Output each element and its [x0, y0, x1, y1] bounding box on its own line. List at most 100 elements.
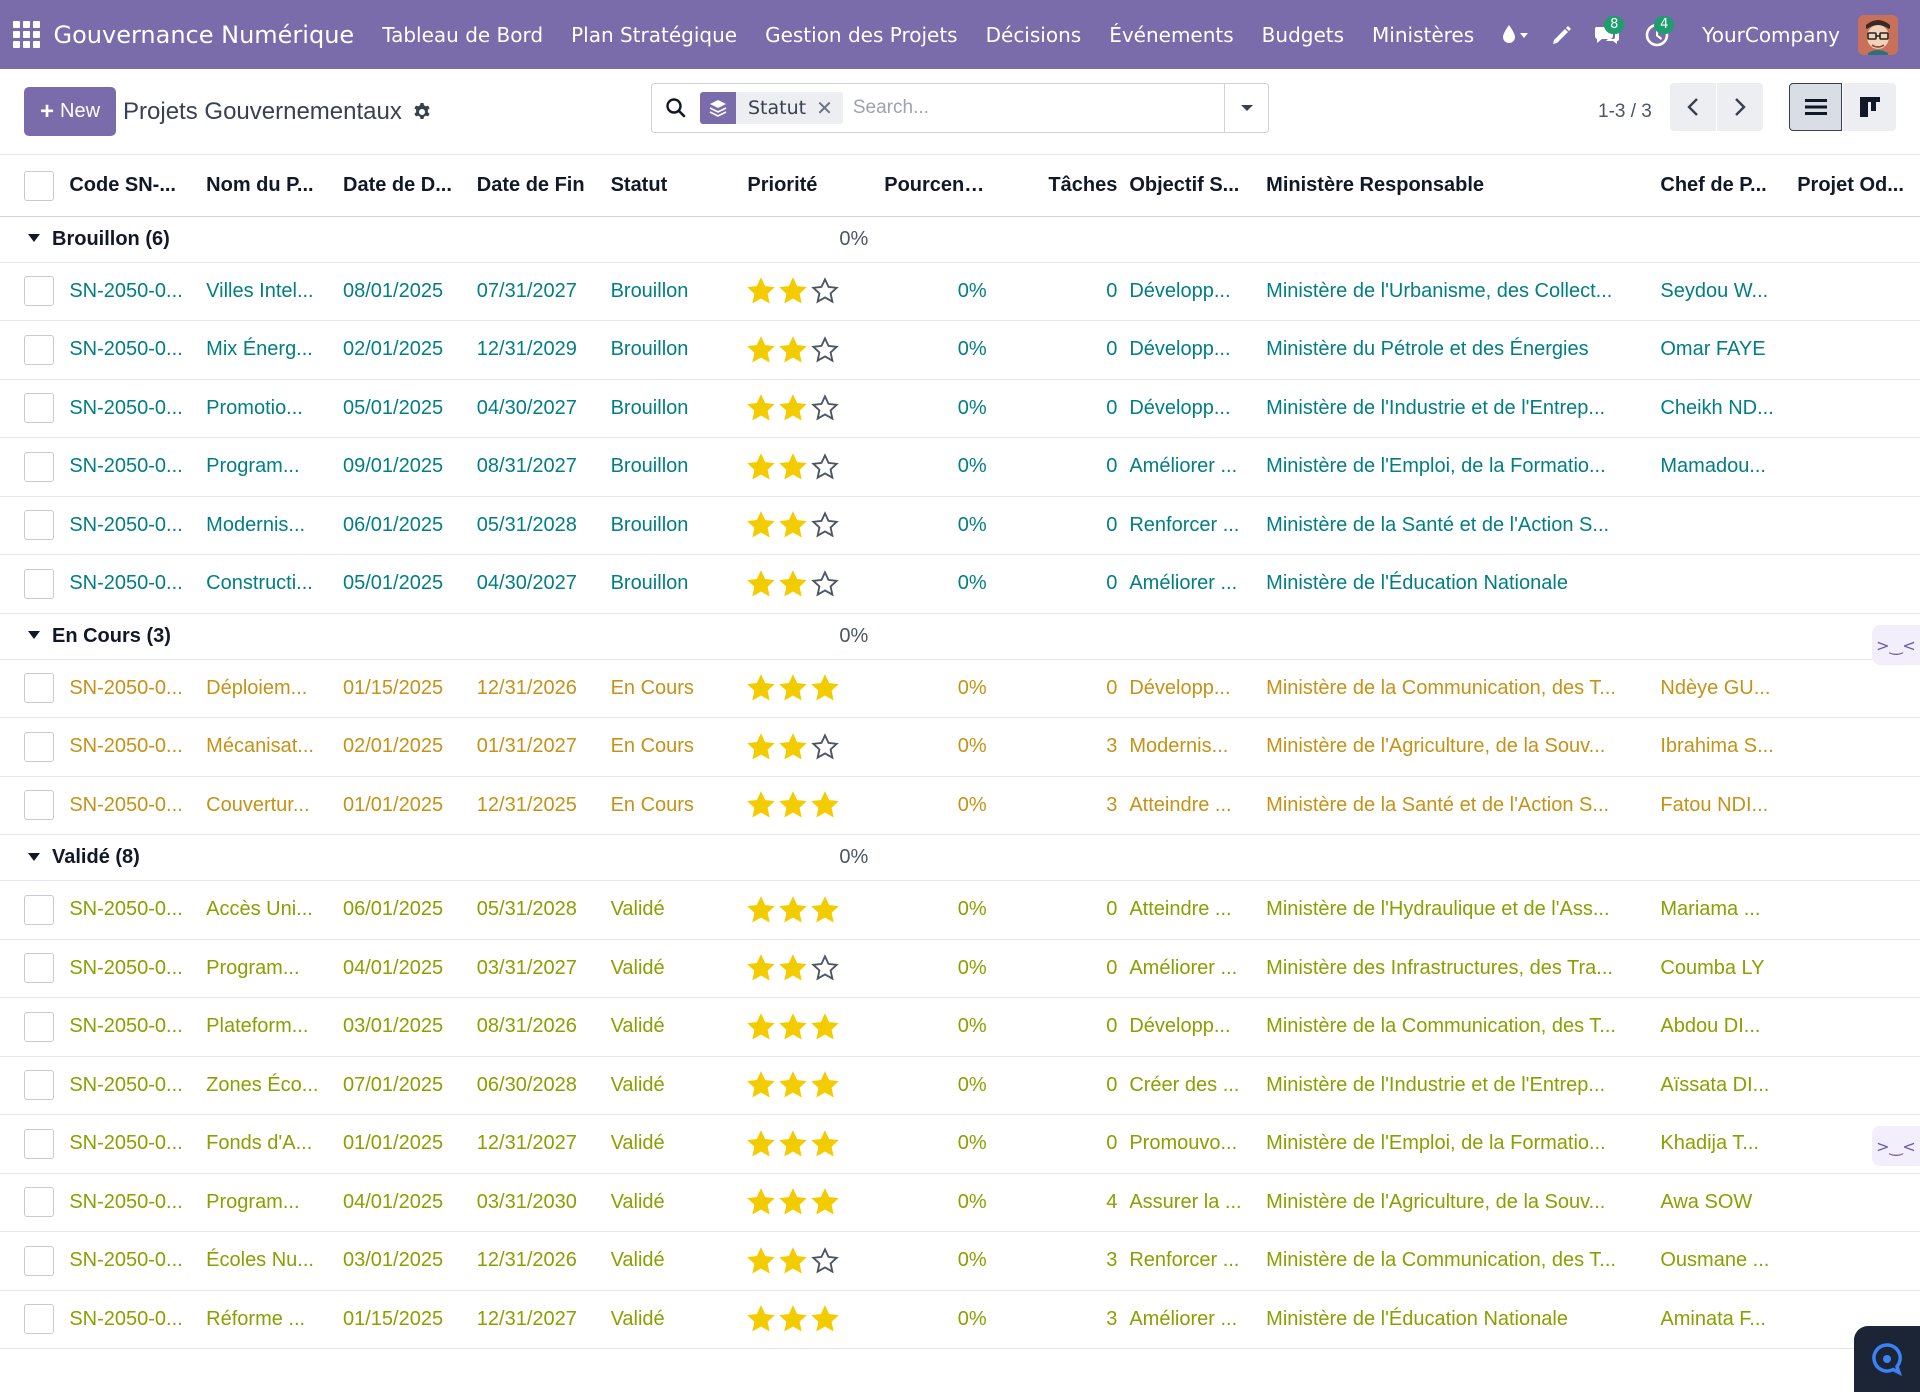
priority-stars[interactable] [747, 335, 840, 364]
menu-decisions[interactable]: Décisions [972, 23, 1096, 47]
row-checkbox[interactable] [24, 393, 54, 424]
cell-manager[interactable]: Ndèye GU... [1654, 659, 1791, 718]
cell-manager[interactable]: Abdou DI... [1654, 998, 1791, 1057]
column-header-ministry[interactable]: Ministère Responsable [1260, 156, 1654, 216]
row-checkbox[interactable] [24, 1245, 54, 1276]
star-filled-icon[interactable] [747, 335, 776, 364]
cell-start-date[interactable]: 07/01/2025 [337, 1056, 471, 1115]
priority-stars[interactable] [747, 1071, 840, 1099]
menu-gestion-des-projets[interactable]: Gestion des Projets [751, 23, 972, 47]
cell-status[interactable]: Validé [605, 1115, 742, 1174]
table-row[interactable]: SN-2050-0... Constructi... 05/01/2025 04/30… [0, 555, 1920, 614]
star-filled-icon[interactable] [811, 1129, 840, 1158]
cell-name[interactable]: Écoles Nu... [200, 1232, 337, 1291]
table-row[interactable]: SN-2050-0... Zones Éco... 07/01/2025 06/30/… [0, 1056, 1920, 1115]
star-filled-icon[interactable] [747, 1071, 776, 1099]
star-filled-icon[interactable] [779, 569, 808, 598]
row-checkbox[interactable] [24, 451, 54, 482]
star-filled-icon[interactable] [779, 1071, 808, 1099]
cell-odd-project[interactable] [1791, 659, 1920, 718]
priority-stars[interactable] [747, 954, 840, 982]
cell-objective[interactable]: Développ... [1123, 262, 1260, 321]
cell-start-date[interactable]: 05/01/2025 [337, 379, 471, 438]
cell-code[interactable]: SN-2050-0... [63, 659, 200, 718]
priority-stars[interactable] [747, 1129, 840, 1158]
cell-code[interactable]: SN-2050-0... [63, 776, 200, 835]
star-filled-icon[interactable] [747, 791, 776, 819]
cell-code[interactable]: SN-2050-0... [63, 262, 200, 321]
cell-name[interactable]: Promotio... [200, 379, 337, 438]
star-filled-icon[interactable] [747, 452, 776, 481]
cell-objective[interactable]: Améliorer ... [1123, 939, 1260, 998]
cell-tasks[interactable]: 0 [997, 939, 1124, 998]
cell-code[interactable]: SN-2050-0... [63, 496, 200, 555]
cell-start-date[interactable]: 02/01/2025 [337, 718, 471, 777]
cell-odd-project[interactable] [1791, 718, 1920, 777]
cell-ministry[interactable]: Ministère des Infrastructures, des Tra..… [1260, 939, 1654, 998]
cell-code[interactable]: SN-2050-0... [63, 321, 200, 380]
cell-priority[interactable] [741, 776, 878, 835]
star-empty-icon[interactable] [811, 569, 840, 598]
priority-stars[interactable] [747, 791, 840, 819]
cell-ministry[interactable]: Ministère de l'Emploi, de la Formatio... [1260, 438, 1654, 497]
cell-percent[interactable]: 0% [878, 438, 996, 497]
priority-stars[interactable] [747, 569, 840, 598]
new-button[interactable]: + New [24, 87, 117, 136]
cell-manager[interactable]: Ousmane ... [1654, 1232, 1791, 1291]
cell-percent[interactable]: 0% [878, 1173, 996, 1232]
group-row[interactable]: En Cours (3) 0% [0, 613, 1920, 659]
select-all-checkbox[interactable] [24, 170, 54, 201]
cell-end-date[interactable]: 04/30/2027 [471, 555, 605, 614]
cell-name[interactable]: Villes Intel... [200, 262, 337, 321]
cell-end-date[interactable]: 06/30/2028 [471, 1056, 605, 1115]
cell-start-date[interactable]: 01/01/2025 [337, 1115, 471, 1174]
cell-code[interactable]: SN-2050-0... [63, 555, 200, 614]
pager-previous-button[interactable] [1670, 83, 1716, 131]
cell-name[interactable]: Réforme ... [200, 1290, 337, 1349]
column-header-odd-project[interactable]: Projet Od... [1791, 156, 1920, 216]
star-filled-icon[interactable] [747, 1246, 776, 1275]
cell-manager[interactable]: Khadija T... [1654, 1115, 1791, 1174]
cell-status[interactable]: Validé [605, 1232, 742, 1291]
cell-status[interactable]: En Cours [605, 659, 742, 718]
side-widget-top[interactable]: >‿< [1872, 625, 1920, 665]
cell-ministry[interactable]: Ministère de l'Hydraulique et de l'Ass..… [1260, 881, 1654, 940]
cell-tasks[interactable]: 3 [997, 776, 1124, 835]
cell-priority[interactable] [741, 881, 878, 940]
cell-end-date[interactable]: 12/31/2027 [471, 1115, 605, 1174]
cell-name[interactable]: Mix Énerg... [200, 321, 337, 380]
cell-name[interactable]: Program... [200, 939, 337, 998]
cell-status[interactable]: Validé [605, 1290, 742, 1349]
cell-objective[interactable]: Développ... [1123, 379, 1260, 438]
cell-status[interactable]: Validé [605, 1056, 742, 1115]
cell-percent[interactable]: 0% [878, 321, 996, 380]
cell-code[interactable]: SN-2050-0... [63, 998, 200, 1057]
table-row[interactable]: SN-2050-0... Mécanisat... 02/01/2025 01/31/… [0, 718, 1920, 777]
star-filled-icon[interactable] [779, 452, 808, 481]
cell-end-date[interactable]: 03/31/2030 [471, 1173, 605, 1232]
cell-tasks[interactable]: 0 [997, 438, 1124, 497]
water-drop-icon[interactable] [1488, 0, 1542, 69]
row-checkbox[interactable] [24, 790, 54, 821]
cell-tasks[interactable]: 3 [997, 718, 1124, 777]
cell-manager[interactable]: Awa SOW [1654, 1173, 1791, 1232]
cell-end-date[interactable]: 12/31/2029 [471, 321, 605, 380]
cell-ministry[interactable]: Ministère de la Santé et de l'Action S..… [1260, 496, 1654, 555]
cell-start-date[interactable]: 06/01/2025 [337, 881, 471, 940]
cell-start-date[interactable]: 03/01/2025 [337, 1232, 471, 1291]
cell-priority[interactable] [741, 718, 878, 777]
cell-status[interactable]: Brouillon [605, 321, 742, 380]
kanban-view-button[interactable] [1843, 83, 1896, 131]
cell-start-date[interactable]: 05/01/2025 [337, 555, 471, 614]
pager-next-button[interactable] [1717, 83, 1763, 131]
cell-priority[interactable] [741, 321, 878, 380]
cell-end-date[interactable]: 08/31/2027 [471, 438, 605, 497]
cell-tasks[interactable]: 3 [997, 1290, 1124, 1349]
cell-manager[interactable]: Aïssata DI... [1654, 1056, 1791, 1115]
star-filled-icon[interactable] [779, 277, 808, 305]
table-row[interactable]: SN-2050-0... Mix Énerg... 02/01/2025 12/31/… [0, 321, 1920, 380]
cell-code[interactable]: SN-2050-0... [63, 718, 200, 777]
cell-manager[interactable]: Fatou NDI... [1654, 776, 1791, 835]
group-header[interactable]: Validé (8) [0, 835, 200, 881]
cell-objective[interactable]: Promouvo... [1123, 1115, 1260, 1174]
